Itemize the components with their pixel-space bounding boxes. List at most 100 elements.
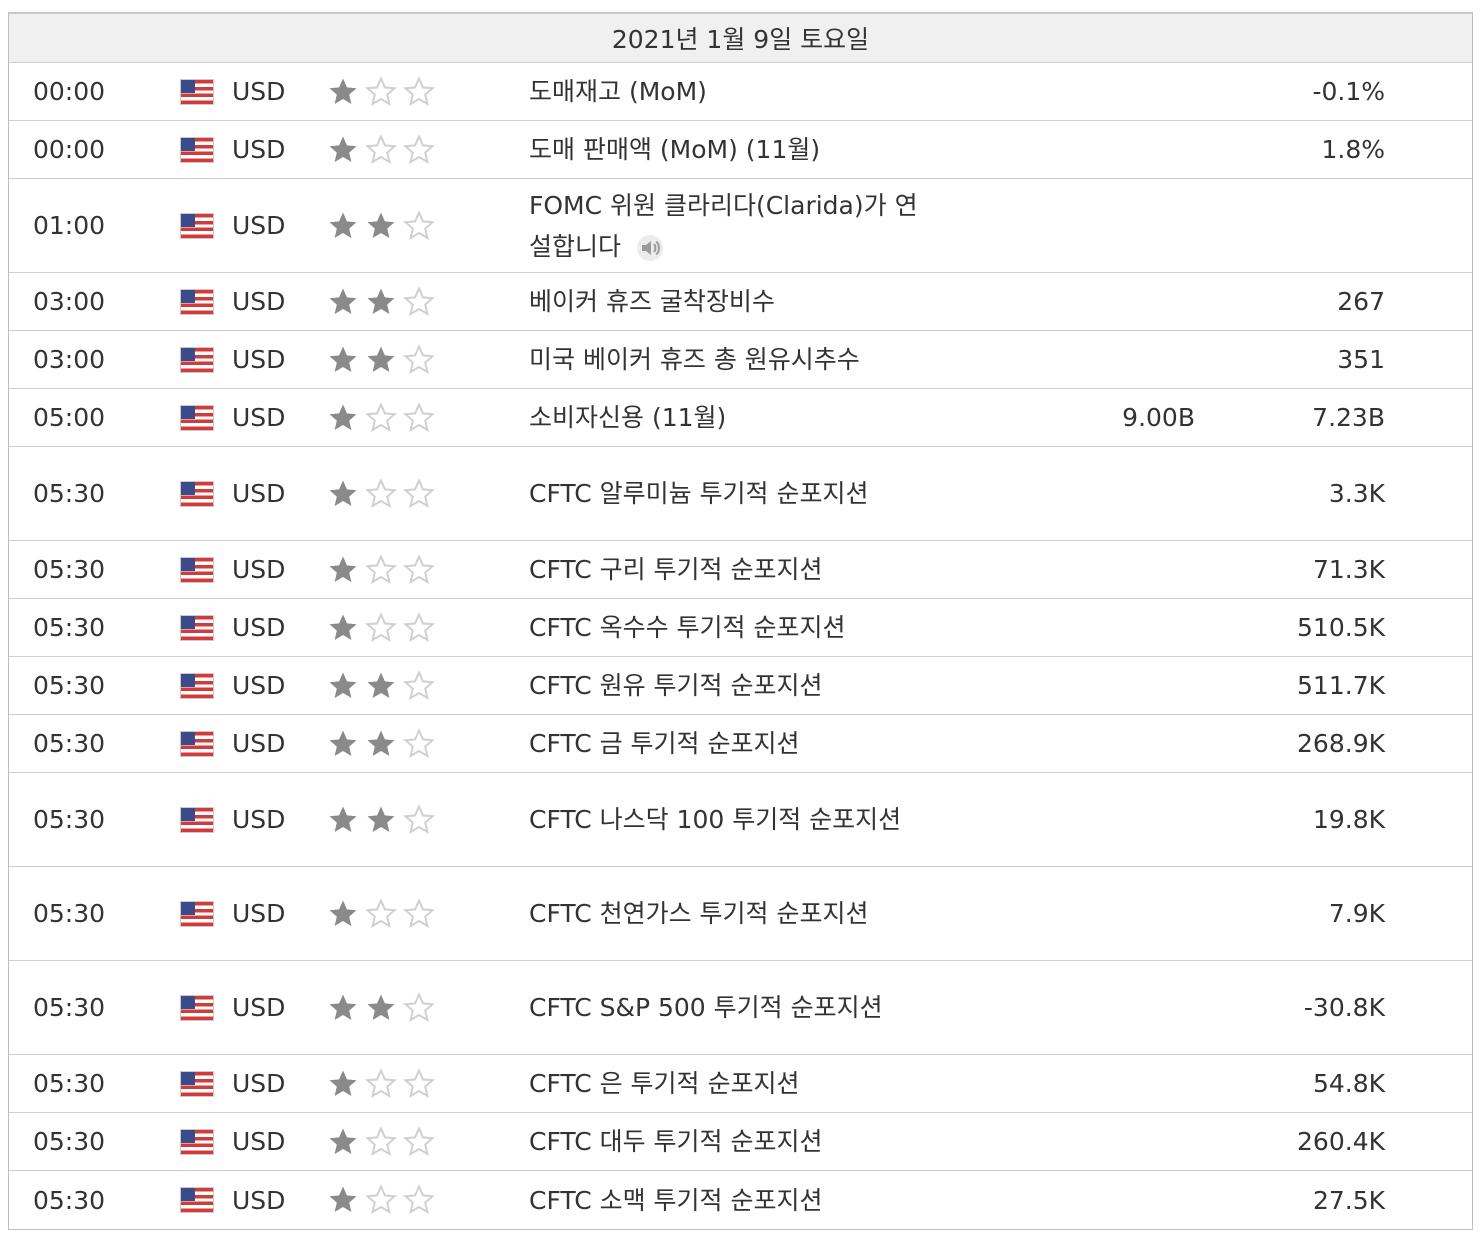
event-forecast	[1039, 331, 1195, 388]
us-flag-icon	[181, 673, 213, 698]
event-name[interactable]: CFTC 원유 투기적 순포지션	[529, 671, 823, 700]
event-name-cell[interactable]: CFTC 옥수수 투기적 순포지션	[529, 599, 929, 656]
event-name[interactable]: FOMC 위원 클라리다(Clarida)가 연설합니다	[529, 191, 918, 261]
event-currency: USD	[232, 211, 286, 240]
event-row[interactable]: 05:00 USD 소비자신용 (11월) 9.00B 7.23B	[9, 389, 1472, 447]
event-currency: USD	[232, 805, 286, 834]
star-filled-icon	[329, 1070, 357, 1096]
event-name-cell[interactable]: CFTC 소맥 투기적 순포지션	[529, 1171, 929, 1229]
importance-stars	[327, 273, 447, 330]
star-empty-icon	[365, 477, 397, 508]
event-name-cell[interactable]: CFTC 은 투기적 순포지션	[529, 1055, 929, 1112]
star-filled-icon	[329, 730, 357, 756]
star-empty-icon	[403, 611, 435, 642]
event-row[interactable]: 05:30 USD CFTC 천연가스 투기적 순포지션 7.9K	[9, 867, 1472, 961]
importance-stars	[327, 63, 447, 120]
star-empty-icon	[403, 209, 435, 240]
event-name-cell[interactable]: FOMC 위원 클라리다(Clarida)가 연설합니다	[529, 179, 929, 272]
us-flag-icon	[181, 289, 213, 314]
importance-stars	[327, 1055, 447, 1112]
event-forecast	[1039, 657, 1195, 714]
event-row[interactable]: 01:00 USD FOMC 위원 클라리다(Clarida)가 연설합니다	[9, 179, 1472, 273]
event-time: 05:30	[33, 729, 106, 758]
event-name-cell[interactable]: CFTC S&P 500 투기적 순포지션	[529, 961, 929, 1054]
event-row[interactable]: 05:30 USD CFTC 옥수수 투기적 순포지션 510.5K	[9, 599, 1472, 657]
event-name[interactable]: 베이커 휴즈 굴착장비수	[529, 287, 775, 316]
importance-stars	[327, 121, 447, 178]
event-name[interactable]: 소비자신용 (11월)	[529, 403, 726, 432]
event-forecast	[1039, 867, 1195, 960]
event-actual: 1.8%	[1321, 135, 1385, 164]
event-name-cell[interactable]: CFTC 금 투기적 순포지션	[529, 715, 929, 772]
us-flag-icon	[181, 557, 213, 582]
star-empty-icon	[365, 1125, 397, 1156]
star-filled-icon	[367, 672, 395, 698]
event-name-cell[interactable]: 도매 판매액 (MoM) (11월)	[529, 121, 929, 178]
event-currency: USD	[232, 671, 286, 700]
event-name-cell[interactable]: 도매재고 (MoM)	[529, 63, 929, 120]
event-name[interactable]: CFTC 옥수수 투기적 순포지션	[529, 613, 846, 642]
event-name[interactable]: 도매재고 (MoM)	[529, 77, 707, 106]
event-actual: 510.5K	[1297, 613, 1385, 642]
star-filled-icon	[367, 346, 395, 372]
event-time: 05:30	[33, 613, 106, 642]
star-empty-icon	[403, 477, 435, 508]
us-flag-icon	[181, 137, 213, 162]
event-name[interactable]: CFTC 알루미늄 투기적 순포지션	[529, 479, 869, 508]
event-name-cell[interactable]: CFTC 원유 투기적 순포지션	[529, 657, 929, 714]
star-empty-icon	[365, 75, 397, 106]
event-name[interactable]: CFTC 은 투기적 순포지션	[529, 1069, 800, 1098]
event-name[interactable]: CFTC 천연가스 투기적 순포지션	[529, 899, 869, 928]
event-forecast	[1039, 773, 1195, 866]
event-name[interactable]: CFTC 소맥 투기적 순포지션	[529, 1186, 823, 1215]
event-row[interactable]: 05:30 USD CFTC S&P 500 투기적 순포지션 -30.8K	[9, 961, 1472, 1055]
event-name-cell[interactable]: CFTC 알루미늄 투기적 순포지션	[529, 447, 929, 540]
event-row[interactable]: 05:30 USD CFTC 금 투기적 순포지션 268.9K	[9, 715, 1472, 773]
event-forecast	[1039, 1171, 1195, 1229]
event-row[interactable]: 05:30 USD CFTC 소맥 투기적 순포지션 27.5K	[9, 1171, 1472, 1229]
event-row[interactable]: 05:30 USD CFTC 나스닥 100 투기적 순포지션 19.8K	[9, 773, 1472, 867]
event-name-cell[interactable]: CFTC 나스닥 100 투기적 순포지션	[529, 773, 929, 866]
event-name[interactable]: 도매 판매액 (MoM) (11월)	[529, 135, 820, 164]
star-empty-icon	[403, 343, 435, 374]
event-currency: USD	[232, 1127, 286, 1156]
event-row[interactable]: 05:30 USD CFTC 원유 투기적 순포지션 511.7K	[9, 657, 1472, 715]
us-flag-icon	[181, 347, 213, 372]
event-name[interactable]: CFTC S&P 500 투기적 순포지션	[529, 993, 883, 1022]
event-actual: 7.9K	[1328, 899, 1385, 928]
event-name-cell[interactable]: 소비자신용 (11월)	[529, 389, 929, 446]
event-row[interactable]: 05:30 USD CFTC 은 투기적 순포지션 54.8K	[9, 1055, 1472, 1113]
event-row[interactable]: 00:00 USD 도매 판매액 (MoM) (11월) 1.8%	[9, 121, 1472, 179]
event-actual: -0.1%	[1312, 77, 1385, 106]
event-name-cell[interactable]: CFTC 대두 투기적 순포지션	[529, 1113, 929, 1170]
event-name-cell[interactable]: 베이커 휴즈 굴착장비수	[529, 273, 929, 330]
event-name-cell[interactable]: CFTC 천연가스 투기적 순포지션	[529, 867, 929, 960]
star-filled-icon	[329, 288, 357, 314]
star-empty-icon	[365, 401, 397, 432]
event-row[interactable]: 05:30 USD CFTC 알루미늄 투기적 순포지션 3.3K	[9, 447, 1472, 541]
event-forecast	[1039, 447, 1195, 540]
star-empty-icon	[365, 1067, 397, 1098]
event-row[interactable]: 03:00 USD 베이커 휴즈 굴착장비수 267	[9, 273, 1472, 331]
event-name[interactable]: 미국 베이커 휴즈 총 원유시추수	[529, 345, 860, 374]
event-row[interactable]: 03:00 USD 미국 베이커 휴즈 총 원유시추수 351	[9, 331, 1472, 389]
star-filled-icon	[329, 994, 357, 1020]
importance-stars	[327, 599, 447, 656]
event-name[interactable]: CFTC 금 투기적 순포지션	[529, 729, 800, 758]
event-time: 05:30	[33, 899, 106, 928]
event-name-cell[interactable]: 미국 베이커 휴즈 총 원유시추수	[529, 331, 929, 388]
speaker-icon[interactable]	[635, 233, 665, 263]
event-forecast	[1039, 179, 1195, 272]
event-row[interactable]: 05:30 USD CFTC 구리 투기적 순포지션 71.3K	[9, 541, 1472, 599]
event-name[interactable]: CFTC 대두 투기적 순포지션	[529, 1127, 823, 1156]
importance-stars	[327, 961, 447, 1054]
event-actual: 71.3K	[1312, 555, 1385, 584]
event-name[interactable]: CFTC 구리 투기적 순포지션	[529, 555, 823, 584]
event-name-cell[interactable]: CFTC 구리 투기적 순포지션	[529, 541, 929, 598]
star-filled-icon	[329, 212, 357, 238]
star-empty-icon	[403, 991, 435, 1022]
event-row[interactable]: 05:30 USD CFTC 대두 투기적 순포지션 260.4K	[9, 1113, 1472, 1171]
event-row[interactable]: 00:00 USD 도매재고 (MoM) -0.1%	[9, 63, 1472, 121]
event-name[interactable]: CFTC 나스닥 100 투기적 순포지션	[529, 805, 901, 834]
us-flag-icon	[181, 79, 213, 104]
